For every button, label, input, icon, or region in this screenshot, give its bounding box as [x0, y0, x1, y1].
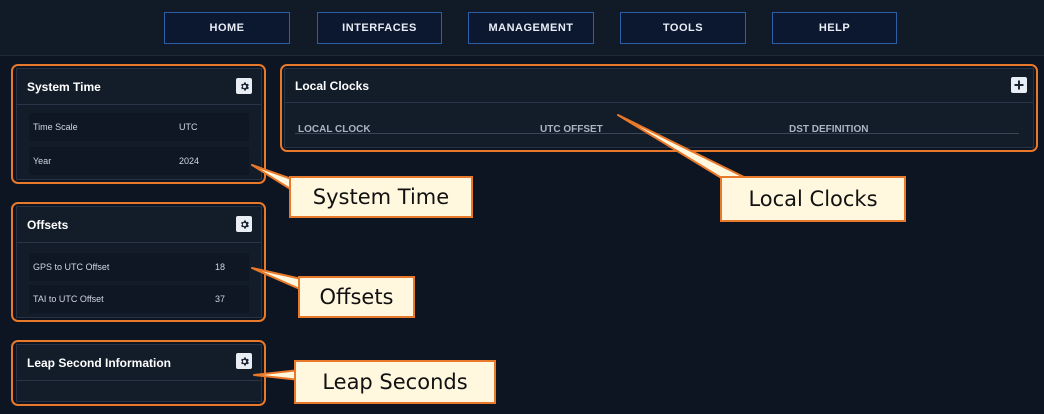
system-time-callout: System Time [289, 176, 473, 218]
leap-seconds-callout: Leap Seconds [294, 360, 496, 404]
offsets-callout: Offsets [298, 276, 415, 318]
local-clocks-callout: Local Clocks [720, 176, 906, 222]
